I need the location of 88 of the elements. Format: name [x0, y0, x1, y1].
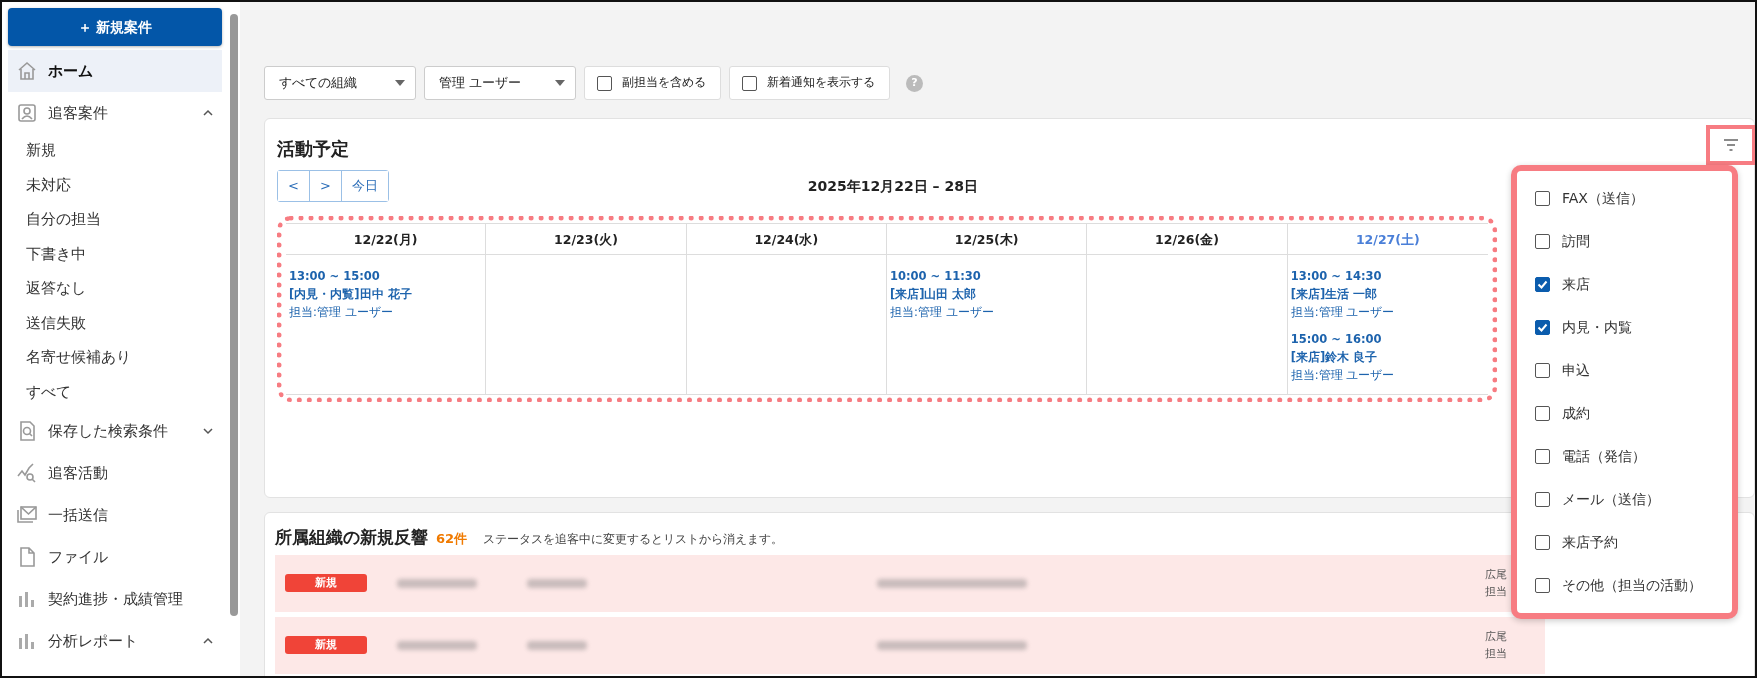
event-owner: 担当:管理 ユーザー [890, 304, 995, 321]
sidebar-item[interactable]: ファイル [8, 536, 222, 578]
menu-item-label[interactable]: 申込 [1562, 360, 1590, 381]
day-header: 12/26(金) [1087, 224, 1288, 255]
menu-item-label[interactable]: 電話（発信） [1562, 446, 1646, 467]
list-row[interactable]: 新規 広尾 担当 [275, 616, 1545, 675]
day-header: 12/25(木) [887, 224, 1088, 255]
caret-icon [395, 80, 405, 86]
blurred-text [527, 640, 587, 650]
nav-button[interactable]: < [278, 171, 310, 201]
home-icon [16, 60, 38, 82]
checkbox[interactable] [742, 75, 757, 91]
event-title[interactable]: [来店]生活 一郎 [1290, 285, 1486, 303]
checkbox[interactable] [1535, 234, 1550, 249]
event-time[interactable]: 13:00 ~ 14:30 [1290, 267, 1486, 285]
menu-item-label[interactable]: FAX（送信） [1562, 188, 1644, 209]
menu-item-label[interactable]: 来店 [1562, 274, 1590, 295]
menu-item-label[interactable]: 成約 [1562, 403, 1590, 424]
day-header: 12/23(火) [486, 224, 687, 255]
menu-item-label[interactable]: メール（送信） [1562, 489, 1660, 510]
status-badge: 新規 [285, 574, 367, 592]
sidebar-subitem[interactable]: すべて [8, 375, 222, 410]
event-time[interactable]: 15:00 ~ 16:00 [1290, 330, 1486, 348]
section-title: 所属組織の新規反響 [275, 526, 428, 549]
event-time[interactable]: 10:00 ~ 11:30 [890, 267, 1085, 285]
sidebar-item[interactable]: 分析レポート [8, 620, 222, 662]
office-name: 広尾 [1485, 567, 1508, 583]
menu-item-label[interactable]: 内見・内覧 [1562, 317, 1632, 338]
event-owner: 担当:管理 ユーザー [1290, 304, 1396, 321]
mail-icon [16, 504, 38, 526]
caret-icon [555, 80, 565, 86]
sidebar-item[interactable]: 一括送信 [8, 494, 222, 536]
sidebar-item[interactable]: 契約進捗・成績管理 [8, 578, 222, 620]
sidebar-subitem[interactable]: 送信失敗 [8, 306, 222, 341]
checkbox-label[interactable]: 副担当を含める [622, 74, 706, 92]
menu-item-label[interactable]: その他（担当の活動） [1562, 575, 1702, 596]
day-header: 12/27(土) [1287, 224, 1488, 255]
checkbox[interactable] [1535, 492, 1550, 507]
sidebar-item[interactable]: ホーム [8, 50, 222, 92]
sidebar-subitem[interactable]: 自分の担当 [8, 203, 222, 238]
menu-item-label[interactable]: 来店予約 [1562, 532, 1618, 553]
sidebar-subitem[interactable]: 返答なし [8, 272, 222, 307]
checkbox[interactable] [1535, 406, 1550, 421]
sidebar-item[interactable]: 追客活動 [8, 452, 222, 494]
scrollbar[interactable] [230, 14, 238, 616]
event-title[interactable]: [来店]鈴木 良子 [1290, 348, 1486, 366]
sidebar-item[interactable]: 追客案件 [8, 92, 222, 134]
checkbox[interactable] [1535, 320, 1550, 335]
event-owner: 担当:管理 ユーザー [1290, 367, 1396, 384]
checkbox[interactable] [1535, 449, 1550, 464]
checkbox[interactable] [1535, 535, 1550, 550]
checkbox[interactable] [1535, 191, 1550, 206]
filter-button[interactable] [1706, 125, 1755, 165]
filter-icon [1723, 139, 1739, 151]
checkbox[interactable] [1535, 277, 1550, 292]
chart-search-icon [16, 462, 38, 484]
date-range: 2025年12月22日 – 28日 [806, 176, 979, 196]
day-header: 12/22(月) [286, 224, 487, 255]
sidebar-subitem[interactable]: 未対応 [8, 168, 222, 203]
blurred-text [527, 578, 587, 588]
sidebar-item[interactable]: 保存した検索条件 [8, 410, 222, 452]
checkbox[interactable] [1535, 363, 1550, 378]
event-time[interactable]: 13:00 ~ 15:00 [289, 267, 484, 285]
checkbox-option[interactable]: 副担当を含める [584, 66, 721, 100]
event-owner: 担当:管理 ユーザー [289, 304, 394, 321]
checkbox[interactable] [1535, 578, 1550, 593]
hint-text: ステータスを追客中に変更するとリストから消えます。 [483, 531, 784, 548]
office-name: 広尾 [1485, 629, 1508, 645]
count-label: 62件 [436, 530, 468, 548]
checkbox[interactable] [597, 75, 612, 91]
event-title[interactable]: [来店]山田 太郎 [890, 285, 1085, 303]
owner-name: 担当 [1485, 646, 1508, 662]
chevron-down-icon[interactable] [202, 425, 214, 437]
person-card-icon [16, 102, 38, 124]
new-case-button[interactable]: ＋ 新規案件 [8, 8, 222, 46]
sidebar-subitem[interactable]: 下書き中 [8, 237, 222, 272]
section-title: 活動予定 [277, 137, 349, 161]
day-header: 12/24(水) [686, 224, 887, 255]
dropdown[interactable]: すべての組織 [264, 66, 416, 100]
owner-name: 担当 [1485, 584, 1508, 600]
status-badge: 新規 [285, 636, 367, 654]
sidebar-subitem[interactable]: 新規 [8, 134, 222, 169]
sidebar-subitem[interactable]: 名寄せ候補あり [8, 341, 222, 376]
dropdown[interactable]: 管理 ユーザー [424, 66, 576, 100]
menu-item-label[interactable]: 訪問 [1562, 231, 1590, 252]
checkbox-label[interactable]: 新着通知を表示する [767, 74, 875, 92]
event-title[interactable]: [内見・内覧]田中 花子 [289, 285, 484, 303]
checkbox-option[interactable]: 新着通知を表示する [729, 66, 890, 100]
